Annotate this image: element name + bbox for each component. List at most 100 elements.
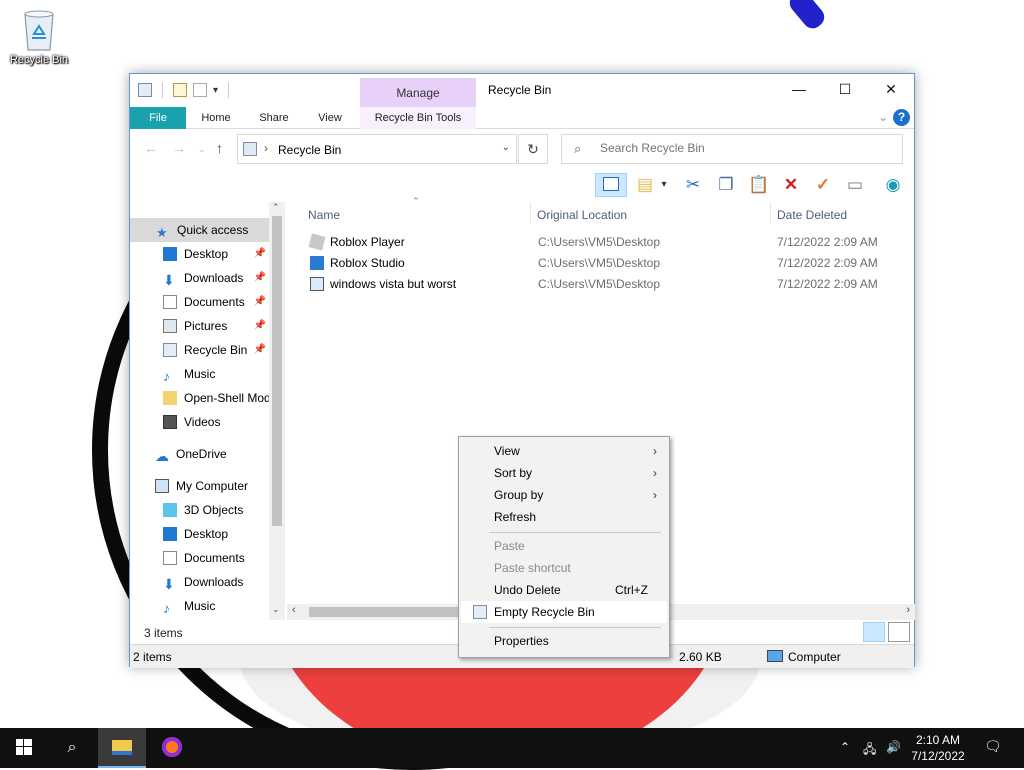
pin-icon[interactable]: 📌 xyxy=(254,290,266,314)
scroll-up-icon[interactable]: ⌃ xyxy=(272,202,280,213)
options-dropdown-icon[interactable]: ▾ xyxy=(657,173,671,197)
sidebar-item-pc-desktop[interactable]: Desktop xyxy=(130,522,270,546)
menu-item-group-by[interactable]: Group by › xyxy=(461,484,667,506)
clock-date: 7/12/2022 xyxy=(911,749,965,763)
large-icons-view-icon[interactable] xyxy=(888,622,910,642)
breadcrumb-arrow-icon[interactable]: › xyxy=(264,141,268,155)
search-box[interactable]: ⌕ xyxy=(561,134,903,164)
pin-icon[interactable]: 📌 xyxy=(254,266,266,290)
desktop-icon xyxy=(163,527,177,541)
sidebar-item-pictures[interactable]: Pictures 📌 xyxy=(130,314,270,338)
refresh-icon[interactable]: ↻ xyxy=(518,134,548,164)
desktop-recycle-bin[interactable]: Recycle Bin xyxy=(6,8,72,66)
sidebar-item-pc-downloads[interactable]: ⬇ Downloads xyxy=(130,570,270,594)
start-button[interactable] xyxy=(0,728,48,768)
firefox-icon[interactable] xyxy=(148,728,196,768)
tab-home[interactable]: Home xyxy=(188,107,244,129)
up-arrow-icon[interactable]: ↑ xyxy=(216,140,223,156)
sidebar-item-3d-objects[interactable]: 3D Objects xyxy=(130,498,270,522)
breadcrumb[interactable]: Recycle Bin xyxy=(278,143,341,157)
maximize-button[interactable]: ☐ xyxy=(822,74,868,104)
manage-tab[interactable]: Manage xyxy=(360,78,476,108)
volume-icon[interactable]: 🔊 xyxy=(886,740,901,754)
properties-check-icon[interactable]: ✓ xyxy=(811,173,835,197)
column-header-location[interactable]: Original Location xyxy=(537,202,627,228)
copy-icon[interactable]: ❐ xyxy=(714,173,738,197)
close-button[interactable]: ✕ xyxy=(868,74,914,104)
address-dropdown-icon[interactable]: ⌄ xyxy=(502,142,510,153)
search-input[interactable] xyxy=(600,141,890,155)
sidebar-item-documents[interactable]: Documents 📌 xyxy=(130,290,270,314)
taskbar-clock[interactable]: 2:10 AM 7/12/2022 xyxy=(906,732,970,764)
address-row: ← → ⌄ ↑ › Recycle Bin ⌄ ↻ ⌕ xyxy=(130,132,914,166)
sidebar-item-downloads[interactable]: ⬇ Downloads 📌 xyxy=(130,266,270,290)
chevron-down-icon[interactable]: ⌄ xyxy=(878,110,888,124)
sidebar-item-my-computer[interactable]: My Computer xyxy=(130,474,270,498)
show-hidden-icons-icon[interactable]: ⌃ xyxy=(840,740,850,754)
scroll-right-icon[interactable]: › xyxy=(906,604,910,616)
address-bar[interactable]: › Recycle Bin ⌄ xyxy=(237,134,517,164)
menu-item-view[interactable]: View › xyxy=(461,440,667,462)
file-explorer-taskbar-icon[interactable] xyxy=(98,728,146,768)
forward-arrow-icon[interactable]: → xyxy=(172,140,186,156)
notifications-icon[interactable]: 🗨 xyxy=(984,738,1002,755)
sidebar-item-desktop[interactable]: Desktop 📌 xyxy=(130,242,270,266)
selected-count: 2 items xyxy=(133,650,172,664)
pin-icon[interactable]: 📌 xyxy=(254,314,266,338)
tab-view[interactable]: View xyxy=(304,107,356,129)
sidebar-item-onedrive[interactable]: ☁ OneDrive xyxy=(130,442,270,466)
recent-chevron-icon[interactable]: ⌄ xyxy=(198,144,206,155)
shortcut-text: Ctrl+Z xyxy=(615,583,648,597)
paste-icon[interactable]: 📋 xyxy=(747,173,771,197)
sidebar-item-open-shell[interactable]: Open-Shell Mod xyxy=(130,386,270,410)
file-date: 7/12/2022 2:09 AM xyxy=(777,256,878,270)
pin-icon[interactable]: 📌 xyxy=(254,242,266,266)
column-header-date[interactable]: Date Deleted xyxy=(777,202,847,228)
sidebar-item-music[interactable]: ♪ Music xyxy=(130,362,270,386)
menu-item-undo-delete[interactable]: Undo Delete Ctrl+Z xyxy=(461,579,667,601)
sidebar-item-pc-documents[interactable]: Documents xyxy=(130,546,270,570)
sidebar-item-videos[interactable]: Videos xyxy=(130,410,270,434)
help-icon[interactable]: ? xyxy=(893,109,910,126)
nav-scroll-thumb[interactable] xyxy=(272,216,282,526)
shell-globe-icon[interactable]: ◉ xyxy=(881,173,905,197)
cut-icon[interactable]: ✂ xyxy=(681,173,705,197)
column-header-name[interactable]: Name xyxy=(308,202,340,228)
classic-toolbar: ▤ ▾ ✂ ❐ 📋 ✕ ✓ ▭ ◉ xyxy=(130,170,914,200)
menu-item-empty-recycle-bin[interactable]: Empty Recycle Bin xyxy=(461,601,667,623)
scroll-left-icon[interactable]: ‹ xyxy=(292,604,296,616)
minimize-button[interactable]: — xyxy=(776,74,822,104)
menu-item-refresh[interactable]: Refresh xyxy=(461,506,667,528)
preview-pane-icon[interactable] xyxy=(595,173,627,197)
search-icon[interactable]: ⌕ xyxy=(48,728,96,768)
download-icon: ⬇ xyxy=(163,272,175,288)
tab-share[interactable]: Share xyxy=(246,107,302,129)
rename-icon[interactable]: ▭ xyxy=(843,173,867,197)
delete-icon[interactable]: ✕ xyxy=(779,173,803,197)
h-scroll-thumb[interactable] xyxy=(309,607,479,617)
submenu-arrow-icon: › xyxy=(653,488,657,502)
tab-recycle-bin-tools[interactable]: Recycle Bin Tools xyxy=(360,107,476,129)
recycle-bin-small-icon xyxy=(243,142,257,156)
nav-scrollbar[interactable]: ⌃ ⌄ xyxy=(269,202,285,620)
details-view-icon[interactable] xyxy=(863,622,885,642)
back-arrow-icon[interactable]: ← xyxy=(144,140,158,156)
network-icon[interactable]: 🖧 xyxy=(863,740,876,761)
sidebar-item-pc-music[interactable]: ♪ Music xyxy=(130,594,270,618)
recycle-bin-icon xyxy=(21,8,57,52)
star-icon: ★ xyxy=(156,225,168,240)
pin-icon[interactable]: 📌 xyxy=(254,338,266,362)
menu-item-properties[interactable]: Properties xyxy=(461,630,667,652)
sidebar-item-quick-access[interactable]: ★ Quick access xyxy=(130,218,270,242)
sidebar-item-recycle-bin[interactable]: Recycle Bin 📌 xyxy=(130,338,270,362)
tab-file[interactable]: File xyxy=(130,107,186,129)
qat-dropdown-icon[interactable]: ▾ xyxy=(213,85,218,96)
computer-status-icon xyxy=(767,650,783,662)
properties-icon[interactable] xyxy=(173,83,187,97)
recycle-bin-small-icon xyxy=(163,343,177,357)
scroll-down-icon[interactable]: ⌄ xyxy=(272,604,280,615)
folder-options-icon[interactable]: ▤ xyxy=(633,173,657,197)
download-icon: ⬇ xyxy=(163,576,175,592)
menu-item-sort-by[interactable]: Sort by › xyxy=(461,462,667,484)
new-folder-icon[interactable] xyxy=(193,83,207,97)
